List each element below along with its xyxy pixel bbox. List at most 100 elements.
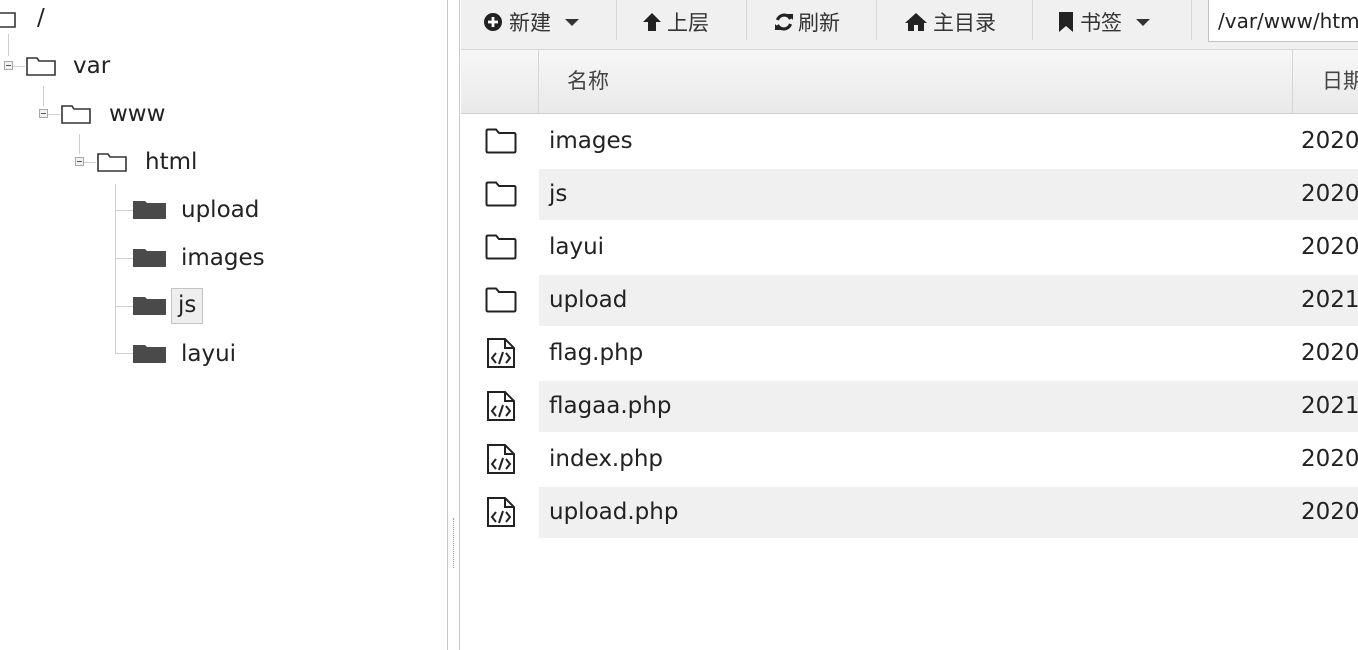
date-column-header[interactable]: 日期 xyxy=(1322,50,1358,113)
tree-node-upload[interactable]: upload xyxy=(181,195,259,225)
table-row[interactable]: flag.php 2020 xyxy=(461,326,1358,381)
code-file-icon xyxy=(487,497,515,527)
up-label: 上层 xyxy=(667,11,709,35)
file-table-body: images 2020 js 2020 layui 2020 upload 20… xyxy=(461,114,1358,538)
tree-connector xyxy=(115,353,133,354)
path-input[interactable] xyxy=(1208,0,1358,42)
tree-connector xyxy=(115,258,133,259)
row-icon-cell xyxy=(461,220,539,275)
toolbar-divider xyxy=(876,0,877,40)
up-button[interactable]: 上层 xyxy=(642,0,709,44)
folder-filled-icon xyxy=(133,249,166,267)
tree-connector xyxy=(115,210,133,211)
home-button[interactable]: 主目录 xyxy=(904,0,996,44)
code-file-icon xyxy=(487,391,515,421)
tree-node-www[interactable]: www xyxy=(109,99,165,129)
toolbar-divider xyxy=(1032,0,1033,40)
tree-connector xyxy=(115,306,133,307)
bookmark-icon xyxy=(1059,12,1073,32)
table-row[interactable]: upload 2021 xyxy=(461,275,1358,326)
folder-filled-icon xyxy=(133,201,166,219)
file-date: 2021 xyxy=(1301,393,1358,419)
directory-tree: / var www html upload images js layui xyxy=(0,0,447,650)
table-row[interactable]: flagaa.php 2021 xyxy=(461,381,1358,432)
row-icon-cell xyxy=(461,169,539,220)
toolbar-divider xyxy=(616,0,617,40)
code-file-icon xyxy=(487,338,515,368)
splitter-grip[interactable] xyxy=(453,518,455,568)
tree-node-images[interactable]: images xyxy=(181,243,265,273)
tree-node-layui[interactable]: layui xyxy=(181,339,236,369)
collapse-toggle-icon[interactable] xyxy=(4,61,13,70)
tree-node-var[interactable]: var xyxy=(73,51,110,81)
file-name[interactable]: js xyxy=(549,169,567,220)
folder-icon xyxy=(0,12,16,28)
file-date: 2020 xyxy=(1301,234,1358,260)
code-file-icon xyxy=(487,444,515,474)
table-row[interactable]: upload.php 2020 xyxy=(461,487,1358,538)
arrow-up-icon xyxy=(643,13,661,31)
bookmark-label: 书签 xyxy=(1080,11,1122,35)
file-list-pane: 新建 上层 刷新 主目录 书签 /var/www/html 名称 日期 imag… xyxy=(461,0,1358,650)
plus-circle-icon xyxy=(484,13,502,31)
toolbar-divider xyxy=(746,0,747,40)
refresh-icon xyxy=(775,13,793,31)
folder-outline-icon xyxy=(485,128,517,154)
folder-icon xyxy=(97,153,127,172)
folder-filled-icon xyxy=(133,345,166,363)
tree-node-root[interactable]: / xyxy=(37,3,45,33)
tree-connector xyxy=(13,66,25,67)
tree-connector xyxy=(84,162,96,163)
folder-outline-icon xyxy=(485,234,517,260)
file-name[interactable]: flag.php xyxy=(549,326,643,381)
file-date: 2020 xyxy=(1301,128,1358,154)
file-name[interactable]: upload.php xyxy=(549,487,678,538)
tree-connector xyxy=(8,34,9,56)
folder-filled-icon xyxy=(133,297,166,315)
file-name[interactable]: layui xyxy=(549,220,604,275)
refresh-label: 刷新 xyxy=(798,11,840,35)
file-date: 2020 xyxy=(1301,499,1358,525)
file-date: 2020 xyxy=(1301,446,1358,472)
table-row[interactable]: index.php 2020 xyxy=(461,432,1358,487)
toolbar: 新建 上层 刷新 主目录 书签 /var/www/html xyxy=(461,0,1358,50)
pane-splitter[interactable] xyxy=(447,0,460,650)
file-table-header: 名称 日期 xyxy=(461,50,1358,114)
icon-column-header xyxy=(461,50,539,113)
row-icon-cell xyxy=(461,432,539,487)
home-icon xyxy=(905,13,927,31)
row-icon-cell xyxy=(461,114,539,169)
collapse-toggle-icon[interactable] xyxy=(39,109,48,118)
file-name[interactable]: images xyxy=(549,114,633,169)
collapse-toggle-icon[interactable] xyxy=(75,157,84,166)
folder-icon xyxy=(26,57,56,76)
file-manager: / var www html upload images js layui 新建… xyxy=(0,0,1358,650)
tree-connector xyxy=(43,86,44,106)
table-row[interactable]: js 2020 xyxy=(461,169,1358,220)
row-icon-cell xyxy=(461,487,539,538)
tree-connector xyxy=(79,134,80,154)
tree-connector xyxy=(48,114,60,115)
folder-icon xyxy=(61,105,91,124)
row-icon-cell xyxy=(461,381,539,432)
table-row[interactable]: layui 2020 xyxy=(461,220,1358,275)
tree-node-js-selected[interactable]: js xyxy=(171,288,204,324)
name-column-header[interactable]: 名称 xyxy=(567,50,609,113)
chevron-down-icon xyxy=(1136,18,1150,26)
bookmark-button[interactable]: 书签 xyxy=(1059,0,1150,44)
file-date: 2021 xyxy=(1301,287,1358,313)
chevron-down-icon xyxy=(565,18,579,26)
table-row[interactable]: images 2020 xyxy=(461,114,1358,169)
file-name[interactable]: index.php xyxy=(549,432,663,487)
new-button[interactable]: 新建 xyxy=(483,0,579,44)
refresh-button[interactable]: 刷新 xyxy=(774,0,840,44)
row-icon-cell xyxy=(461,326,539,381)
folder-outline-icon xyxy=(485,181,517,207)
tree-node-html[interactable]: html xyxy=(145,147,197,177)
folder-outline-icon xyxy=(485,287,517,313)
toolbar-divider xyxy=(1191,0,1192,40)
file-date: 2020 xyxy=(1301,181,1358,207)
file-name[interactable]: upload xyxy=(549,275,627,326)
file-name[interactable]: flagaa.php xyxy=(549,381,671,432)
file-date: 2020 xyxy=(1301,340,1358,366)
